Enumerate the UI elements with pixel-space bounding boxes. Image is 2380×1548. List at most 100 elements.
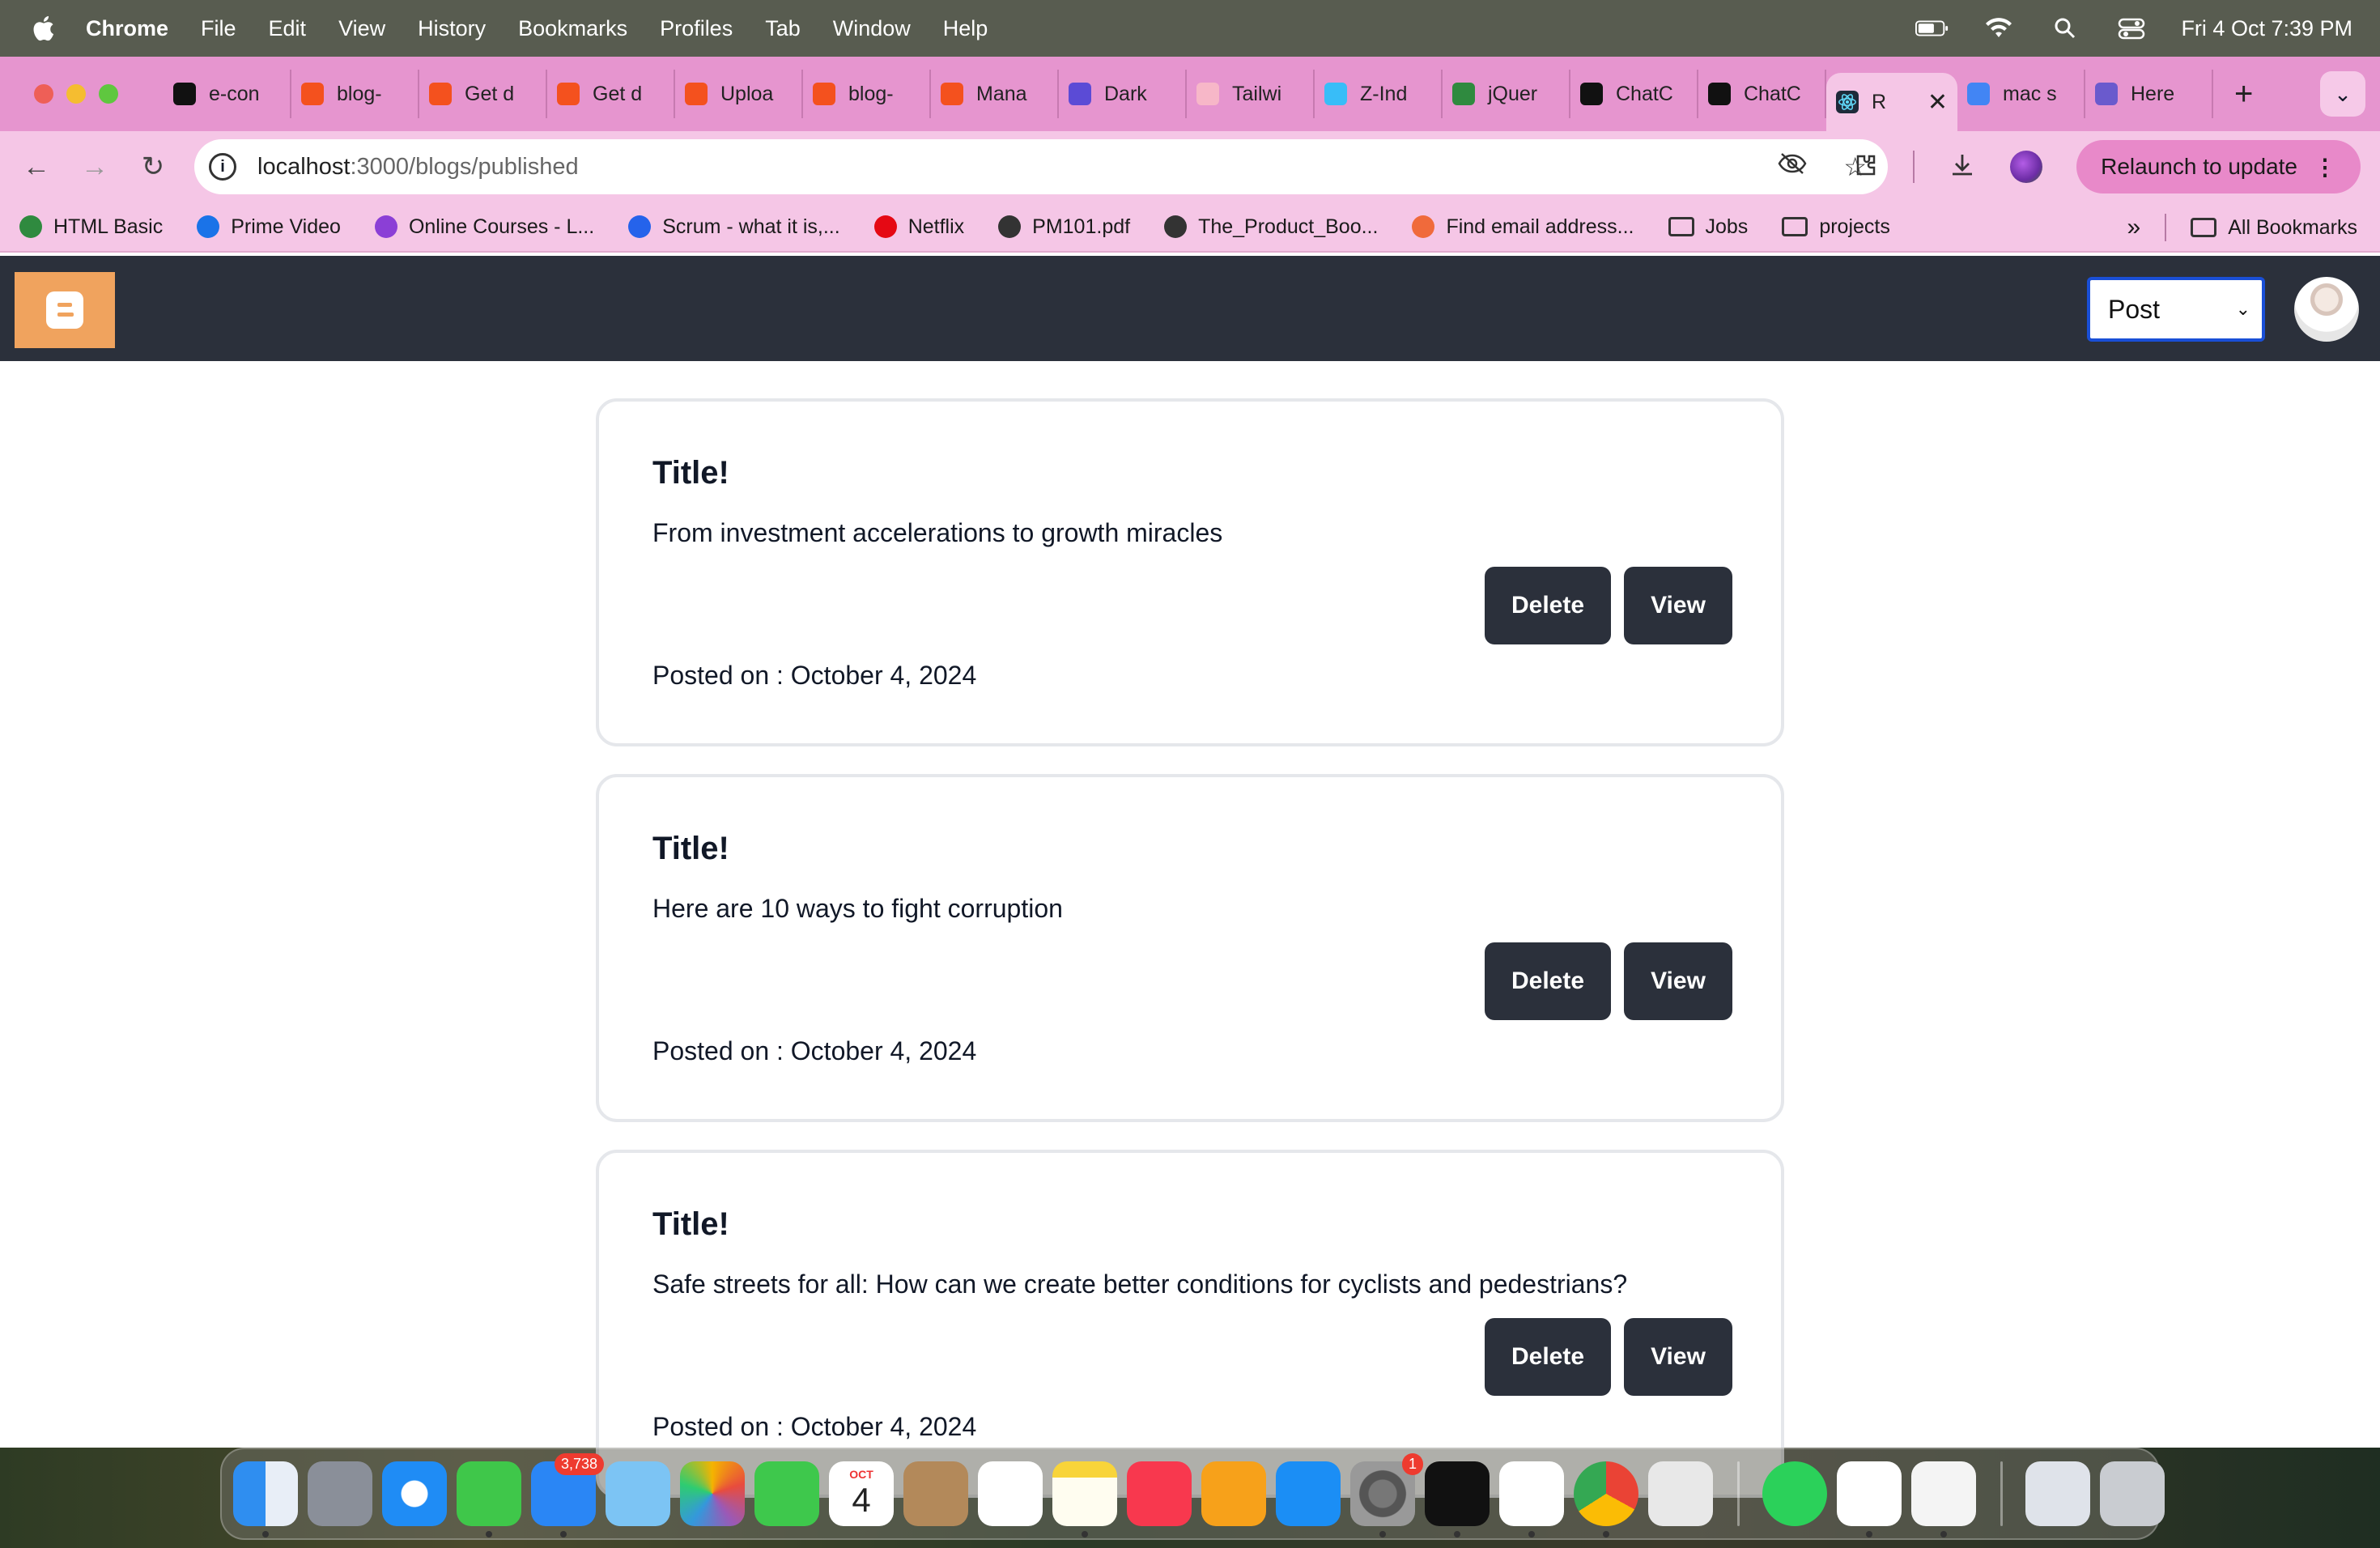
vscode-icon[interactable] <box>1499 1461 1564 1537</box>
delete-button[interactable]: Delete <box>1485 567 1611 644</box>
menu-view[interactable]: View <box>338 16 385 41</box>
tab-tabs-2[interactable]: Get d <box>419 70 547 118</box>
tab-tabs-9[interactable]: Z-Ind <box>1315 70 1443 118</box>
menu-bookmarks[interactable]: Bookmarks <box>518 16 627 41</box>
delete-button[interactable]: Delete <box>1485 1318 1611 1396</box>
apple-logo-icon[interactable] <box>31 15 55 42</box>
view-button[interactable]: View <box>1624 1318 1732 1396</box>
bookmark-item[interactable]: Online Courses - L... <box>374 215 594 239</box>
post-select-dropdown[interactable]: Post ⌄ <box>2087 277 2265 342</box>
menu-help[interactable]: Help <box>943 16 988 41</box>
back-button[interactable]: ← <box>16 147 57 187</box>
all-bookmarks-button[interactable]: All Bookmarks <box>2191 216 2357 240</box>
mail-badge: 3,738 <box>554 1453 604 1475</box>
bookmark-item[interactable]: Prime Video <box>197 215 341 239</box>
simulator-icon[interactable] <box>1648 1461 1713 1526</box>
eye-slash-icon[interactable] <box>1777 151 1808 182</box>
contacts-icon[interactable] <box>903 1461 968 1526</box>
messages-icon[interactable] <box>457 1461 521 1537</box>
calendar-icon[interactable]: OCT 4 <box>829 1461 894 1526</box>
bookmark-folder-projects[interactable]: projects <box>1782 215 1890 239</box>
bookmark-item[interactable]: Netflix <box>873 215 964 239</box>
menu-profiles[interactable]: Profiles <box>660 16 733 41</box>
site-info-icon[interactable]: i <box>209 153 236 181</box>
tab-tabs-3[interactable]: Get d <box>547 70 675 118</box>
forward-button[interactable]: → <box>74 147 115 187</box>
reload-button[interactable]: ↻ <box>133 147 173 187</box>
bookmark-item[interactable]: PM101.pdf <box>998 215 1130 239</box>
new-tab-button[interactable]: + <box>2234 76 2253 113</box>
app-store-icon[interactable] <box>1276 1461 1341 1526</box>
html-file-icon[interactable] <box>2025 1461 2090 1526</box>
extensions-icon[interactable] <box>1851 151 1879 183</box>
tab-tabs-5[interactable]: blog- <box>803 70 931 118</box>
mail-icon[interactable]: 3,738 <box>531 1453 604 1537</box>
zoom-window-button[interactable] <box>99 84 118 104</box>
pages-icon[interactable] <box>1201 1461 1266 1526</box>
facetime-icon[interactable] <box>754 1461 819 1526</box>
user-avatar[interactable] <box>2294 277 2359 342</box>
bookmark-item[interactable]: HTML Basic <box>19 215 163 239</box>
tab-tabs-10[interactable]: jQuer <box>1443 70 1570 118</box>
bookmark-folder-jobs[interactable]: Jobs <box>1668 215 1748 239</box>
bookmark-item[interactable]: Find email address... <box>1412 215 1634 239</box>
menu-edit[interactable]: Edit <box>269 16 307 41</box>
tab-tabs-8[interactable]: Tailwi <box>1187 70 1315 118</box>
system-settings-icon[interactable]: 1 <box>1350 1453 1423 1537</box>
mongodb-compass-icon[interactable] <box>1837 1461 1902 1537</box>
terminal-icon[interactable] <box>1425 1461 1490 1537</box>
battery-icon[interactable] <box>1915 16 1949 40</box>
minimize-window-button[interactable] <box>66 84 86 104</box>
view-button[interactable]: View <box>1624 567 1732 644</box>
menu-window[interactable]: Window <box>833 16 911 41</box>
tab-tabs_after-0[interactable]: mac s <box>1957 70 2085 118</box>
address-url[interactable]: localhost:3000/blogs/published <box>257 154 579 181</box>
tab-active[interactable]: R ✕ <box>1826 73 1957 131</box>
close-window-button[interactable] <box>34 84 53 104</box>
tab-favicon-icon <box>1324 83 1347 105</box>
calendar-month: OCT <box>849 1468 873 1481</box>
close-tab-icon[interactable]: ✕ <box>1927 88 1948 117</box>
tab-tabs-6[interactable]: Mana <box>931 70 1059 118</box>
spotlight-search-icon[interactable] <box>2048 16 2082 40</box>
whatsapp-icon[interactable] <box>1762 1461 1827 1526</box>
trash-icon[interactable] <box>2100 1461 2165 1526</box>
more-vert-icon[interactable]: ⋮ <box>2314 154 2336 181</box>
wifi-icon[interactable] <box>1982 16 2016 40</box>
tab-tabs-4[interactable]: Uploa <box>675 70 803 118</box>
tab-tabs-7[interactable]: Dark <box>1059 70 1187 118</box>
bookmark-item[interactable]: The_Product_Boo... <box>1164 215 1378 239</box>
tab-tabs-11[interactable]: ChatC <box>1570 70 1698 118</box>
launchpad-icon[interactable] <box>308 1461 372 1526</box>
menu-tab[interactable]: Tab <box>765 16 801 41</box>
view-button[interactable]: View <box>1624 942 1732 1020</box>
blogger-logo[interactable] <box>15 272 115 348</box>
delete-button[interactable]: Delete <box>1485 942 1611 1020</box>
tab-tabs-12[interactable]: ChatC <box>1698 70 1826 118</box>
relaunch-button[interactable]: Relaunch to update ⋮ <box>2076 140 2361 194</box>
finder-icon[interactable] <box>233 1461 298 1537</box>
chrome-profile-avatar[interactable] <box>2010 151 2043 183</box>
textedit-icon[interactable] <box>1911 1461 1976 1537</box>
menu-file[interactable]: File <box>201 16 236 41</box>
control-center-icon[interactable] <box>2114 16 2148 40</box>
menu-app-name[interactable]: Chrome <box>86 16 168 41</box>
tab-tabs-0[interactable]: e-con <box>164 70 291 118</box>
music-icon[interactable] <box>1127 1461 1192 1526</box>
notes-icon[interactable] <box>1052 1461 1117 1537</box>
chrome-icon[interactable] <box>1574 1461 1638 1537</box>
maps-icon[interactable] <box>606 1461 670 1526</box>
photos-icon[interactable] <box>680 1461 745 1526</box>
address-bar[interactable]: i localhost:3000/blogs/published ☆ <box>194 139 1888 194</box>
reminders-icon[interactable] <box>978 1461 1043 1526</box>
double-chevron-right-icon[interactable]: » <box>2127 214 2141 241</box>
tab-tabs-1[interactable]: blog- <box>291 70 419 118</box>
tab-search-button[interactable]: ⌄ <box>2320 71 2365 117</box>
bookmark-item[interactable]: Scrum - what it is,... <box>628 215 840 239</box>
menubar-clock[interactable]: Fri 4 Oct 7:39 PM <box>2181 16 2352 41</box>
menu-history[interactable]: History <box>418 16 486 41</box>
tab-tabs_after-1[interactable]: Here <box>2085 70 2213 118</box>
safari-icon[interactable] <box>382 1461 447 1526</box>
download-icon[interactable] <box>1949 151 1976 183</box>
tab-label: Dark <box>1104 82 1147 105</box>
